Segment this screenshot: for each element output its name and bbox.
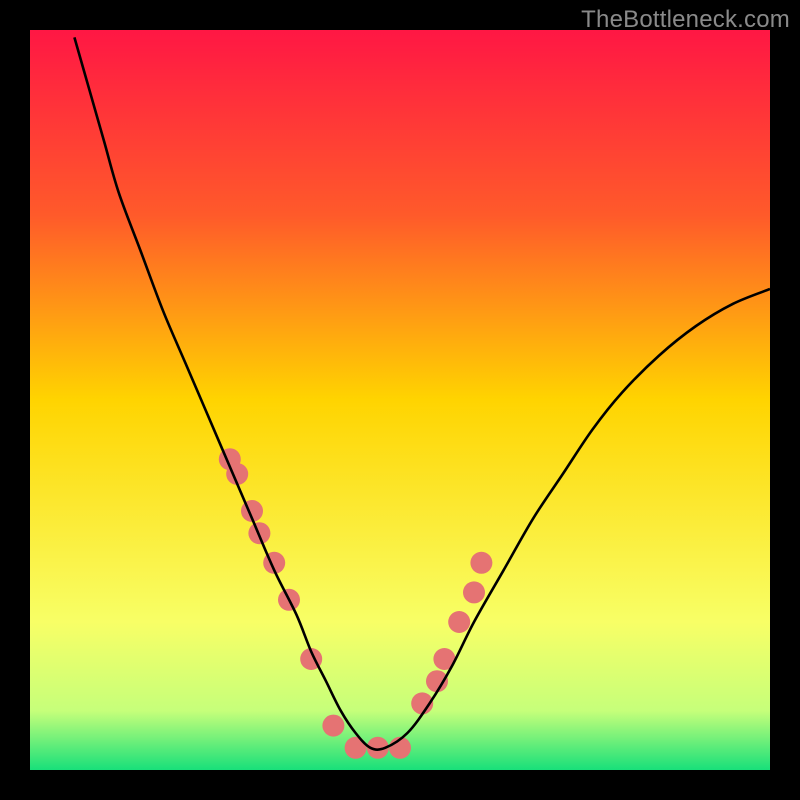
marker-point xyxy=(448,611,470,633)
bottleneck-plot xyxy=(30,30,770,770)
marker-point xyxy=(463,581,485,603)
plot-background xyxy=(30,30,770,770)
chart-container: TheBottleneck.com xyxy=(0,0,800,800)
marker-point xyxy=(322,715,344,737)
marker-point xyxy=(470,552,492,574)
